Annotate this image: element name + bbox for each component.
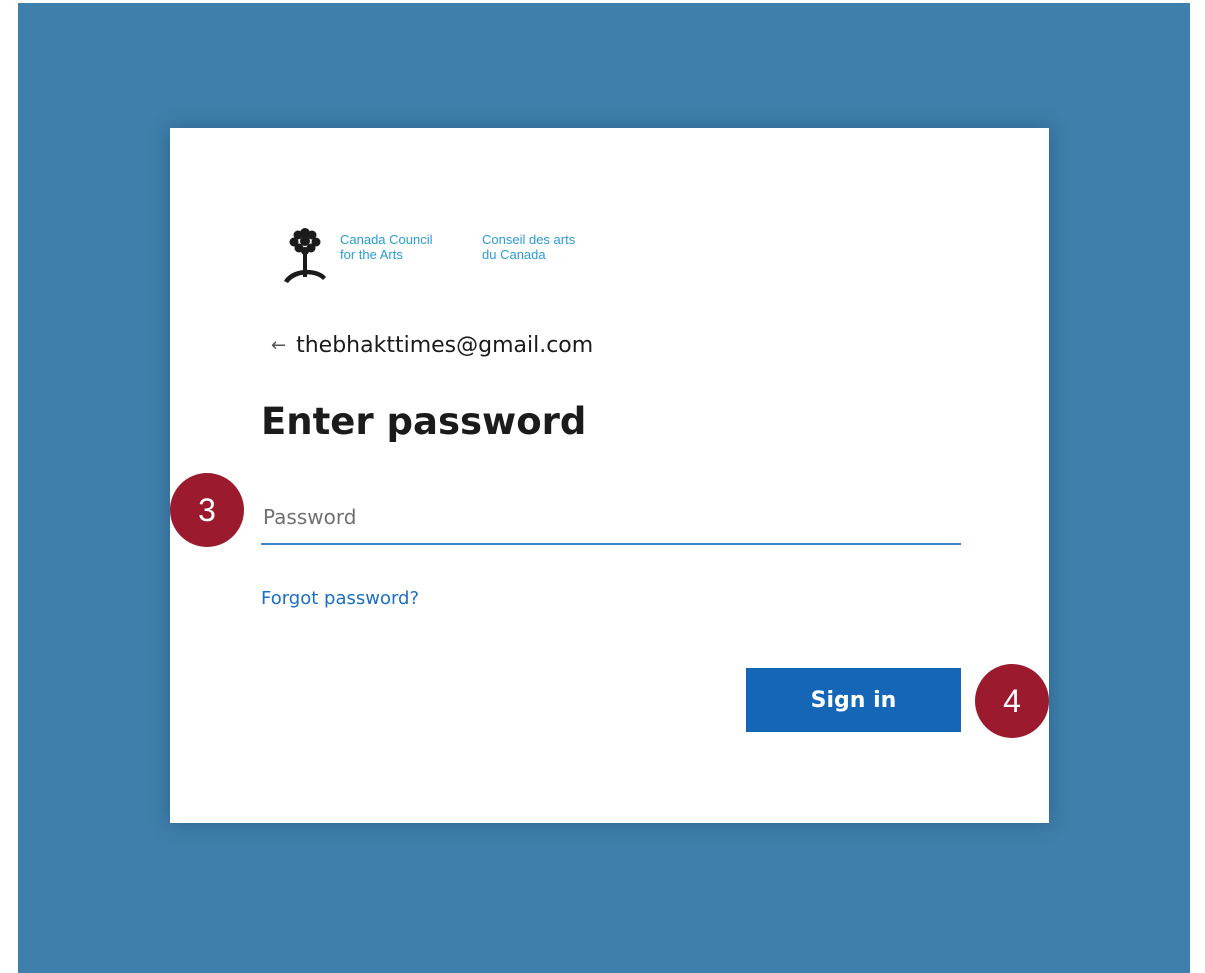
account-identity: ← thebhakttimes@gmail.com	[271, 333, 593, 358]
brand-name-fr-line1: Conseil des arts	[482, 232, 576, 247]
password-input[interactable]	[261, 491, 961, 545]
step-badge-signin: 4	[975, 664, 1049, 738]
back-arrow-icon[interactable]: ←	[271, 335, 286, 356]
brand-name-en: Canada Council for the Arts	[340, 232, 482, 262]
brand-name-en-line2: for the Arts	[340, 247, 403, 262]
brand-name-fr-line2: du Canada	[482, 247, 546, 262]
step-badge-password: 3	[170, 473, 244, 547]
forgot-password-link[interactable]: Forgot password?	[261, 588, 419, 609]
brand-logo: Canada Council for the Arts Conseil des …	[274, 223, 642, 289]
account-email: thebhakttimes@gmail.com	[296, 333, 594, 358]
brand-name-fr: Conseil des arts du Canada	[482, 232, 642, 262]
brand-name-en-line1: Canada Council	[340, 232, 433, 247]
signin-card: Canada Council for the Arts Conseil des …	[170, 128, 1049, 823]
tree-icon	[284, 228, 326, 283]
signin-button[interactable]: Sign in	[746, 668, 961, 732]
page-title: Enter password	[261, 400, 587, 443]
